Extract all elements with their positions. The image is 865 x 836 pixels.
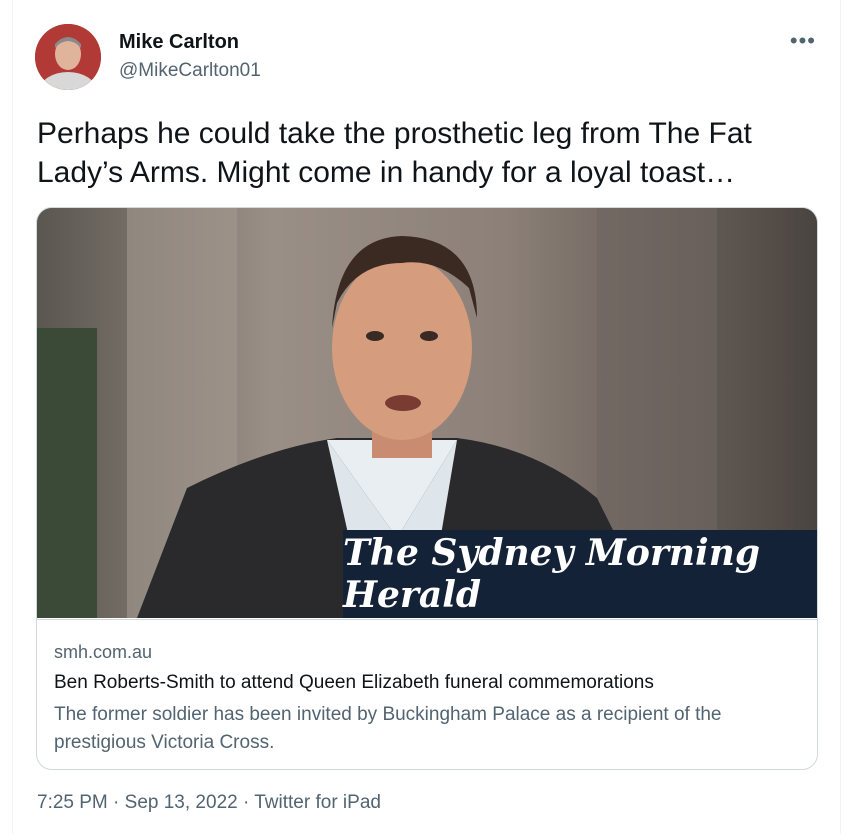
tweet-text: Perhaps he could take the prosthetic leg…	[37, 117, 752, 189]
more-options-icon[interactable]: •••	[790, 28, 816, 54]
card-description: The former soldier has been invited by B…	[54, 704, 722, 753]
avatar-image	[35, 24, 101, 90]
author-name[interactable]: Mike Carlton	[119, 31, 239, 54]
tweet-container: Mike Carlton @MikeCarlton01 ••• Perhaps …	[12, 0, 841, 834]
separator: ·	[113, 792, 120, 813]
card-domain: smh.com.au	[54, 642, 153, 662]
tweet-metadata: 7:25 PM · Sep 13, 2022 · Twitter for iPa…	[37, 792, 381, 814]
tweet-source[interactable]: Twitter for iPad	[254, 792, 381, 813]
card-title: Ben Roberts-Smith to attend Queen Elizab…	[54, 672, 654, 693]
separator: ·	[242, 792, 250, 813]
card-body: smh.com.au Ben Roberts-Smith to attend Q…	[37, 619, 817, 769]
card-image: The Sydney Morning Herald	[37, 208, 817, 618]
masthead-logo: The Sydney Morning Herald	[343, 530, 817, 618]
link-preview-card[interactable]: The Sydney Morning Herald smh.com.au Ben…	[36, 207, 818, 770]
author-handle[interactable]: @MikeCarlton01	[119, 60, 261, 82]
tweet-date[interactable]: Sep 13, 2022	[125, 792, 238, 813]
tweet-time[interactable]: 7:25 PM	[37, 792, 108, 813]
avatar[interactable]	[35, 24, 101, 90]
